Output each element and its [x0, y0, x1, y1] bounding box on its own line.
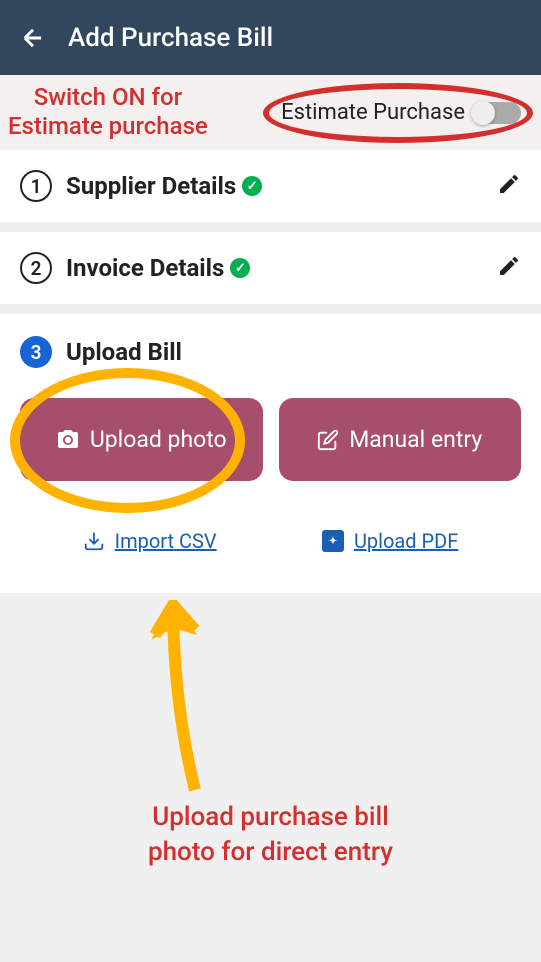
check-icon: ✓ [242, 176, 262, 196]
upload-pdf-link[interactable]: ✦ Upload PDF [322, 529, 458, 553]
upload-bill-title: Upload Bill [66, 338, 182, 366]
app-header: Add Purchase Bill [0, 0, 541, 75]
invoice-details-title: Invoice Details ✓ [66, 254, 250, 282]
invoice-details-section[interactable]: 2 Invoice Details ✓ [0, 232, 541, 304]
pdf-icon: ✦ [322, 530, 344, 552]
annotation-arrow [145, 600, 215, 800]
supplier-details-title: Supplier Details ✓ [66, 172, 262, 200]
page-title: Add Purchase Bill [68, 23, 273, 53]
back-arrow-icon[interactable] [18, 23, 48, 53]
camera-icon [56, 428, 80, 452]
edit-icon [317, 429, 339, 451]
edit-supplier-icon[interactable] [497, 172, 521, 200]
annotation-red-circle [263, 83, 533, 143]
upload-photo-button[interactable]: Upload photo [20, 398, 263, 481]
supplier-details-section[interactable]: 1 Supplier Details ✓ [0, 150, 541, 222]
step-badge-3: 3 [20, 336, 52, 368]
download-icon [83, 530, 105, 552]
step-badge-1: 1 [20, 170, 52, 202]
estimate-toggle-row: Switch ON for Estimate purchase Estimate… [0, 75, 541, 150]
step-badge-2: 2 [20, 252, 52, 284]
annotation-switch-on: Switch ON for Estimate purchase [8, 83, 208, 141]
manual-entry-button[interactable]: Manual entry [279, 398, 522, 481]
upload-bill-section: 3 Upload Bill Upload photo Manual entry [0, 314, 541, 593]
edit-invoice-icon[interactable] [497, 254, 521, 282]
import-csv-link[interactable]: Import CSV [83, 529, 217, 553]
annotation-upload-text: Upload purchase bill photo for direct en… [71, 800, 471, 870]
check-icon: ✓ [230, 258, 250, 278]
